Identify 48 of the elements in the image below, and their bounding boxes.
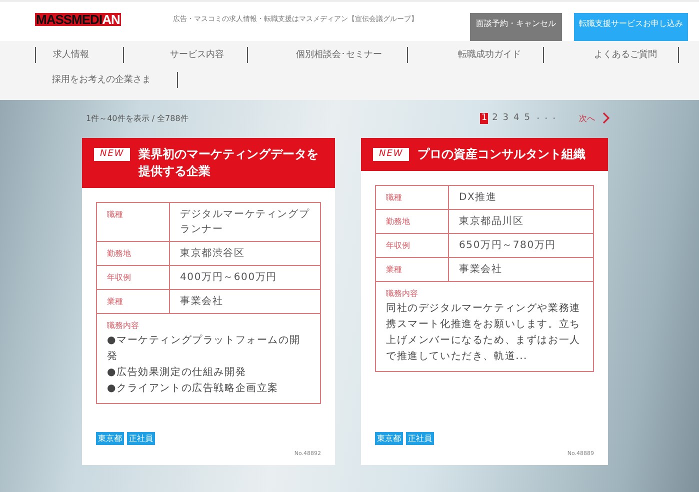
- nav-link[interactable]: 転職成功ガイド: [407, 47, 543, 63]
- field-label: 勤務地: [376, 210, 448, 234]
- page-link[interactable]: 2: [491, 112, 499, 124]
- next-link[interactable]: 次へ: [579, 112, 595, 124]
- page-link[interactable]: 1: [480, 112, 488, 124]
- nav-link[interactable]: 求人情報: [35, 47, 123, 63]
- tag: 正社員: [406, 432, 434, 445]
- description-label: 職務内容: [386, 288, 419, 299]
- tag: 正社員: [127, 432, 155, 445]
- field-label: 年収例: [96, 266, 170, 290]
- field-value: 東京都品川区: [448, 210, 594, 234]
- logo[interactable]: MASSMEDIAN: [35, 13, 121, 26]
- field-label: 業種: [376, 258, 448, 282]
- field-value: 650万円～780万円: [448, 234, 594, 258]
- field-value: 事業会社: [448, 258, 594, 282]
- field-label: 勤務地: [96, 242, 170, 266]
- field-label: 年収例: [376, 234, 448, 258]
- tag: 東京都: [375, 432, 403, 445]
- description-text: ●広告効果測定の仕組み開発: [107, 366, 248, 380]
- nav-link[interactable]: 採用をお考えの企業さま: [35, 72, 178, 88]
- field-value: 東京都渋谷区: [170, 242, 320, 266]
- field-value: 400万円～600万円: [170, 266, 320, 290]
- header-button[interactable]: 面談予約・キャンセル: [470, 13, 562, 41]
- job-title[interactable]: プロの資産コンサルタント組織: [417, 146, 596, 163]
- new-badge: NEW: [94, 148, 130, 161]
- tag: 東京都: [96, 432, 124, 445]
- job-title[interactable]: 業界初のマーケティングデータを提供する企業: [138, 146, 323, 180]
- nav-link[interactable]: サービス内容: [123, 47, 247, 63]
- field-label: 職種: [376, 186, 448, 210]
- header-button[interactable]: 転職支援サービスお申し込み: [574, 13, 688, 41]
- description-label: 職務内容: [107, 320, 140, 331]
- new-badge: NEW: [373, 148, 410, 161]
- page-link[interactable]: 4: [512, 112, 520, 124]
- description-text: ●クライアントの広告戦略企画立案: [107, 382, 280, 396]
- nav-link[interactable]: 個別相談会･セミナー: [247, 47, 407, 63]
- description-text: 同社のデジタルマーケティングや業務連携スマート化推進をお願いします。立ち上げメンバーになるため、まずはお一人で推進していただき、軌道...: [386, 302, 582, 364]
- field-value: デジタルマーケティングプランナー: [170, 202, 320, 242]
- field-value: 事業会社: [170, 290, 320, 314]
- description-text: ●マーケティングプラットフォームの開発: [107, 334, 302, 364]
- result-count: 1件～40件を表示 / 全788件: [86, 112, 188, 124]
- nav-link[interactable]: よくあるご質問: [543, 47, 679, 63]
- page-link[interactable]: 5: [523, 112, 531, 124]
- pagination-ellipsis: ・・・: [534, 112, 558, 124]
- chevron-right-icon[interactable]: [602, 112, 610, 124]
- field-label: 職種: [96, 202, 170, 242]
- field-label: 業種: [96, 290, 170, 314]
- field-value: DX推進: [448, 186, 594, 210]
- page-link[interactable]: 3: [502, 112, 510, 124]
